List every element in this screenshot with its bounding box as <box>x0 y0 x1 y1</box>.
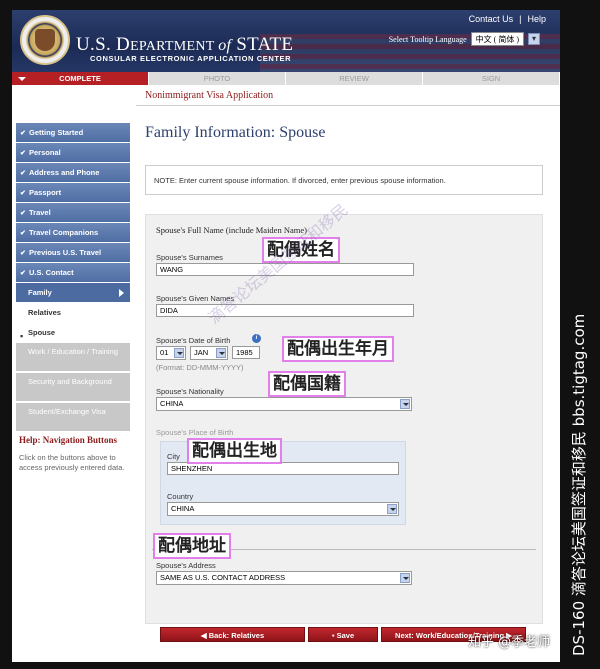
address-label: Spouse's Address <box>156 561 216 570</box>
chevron-down-icon <box>387 504 397 514</box>
save-button[interactable]: ▪ Save <box>308 627 378 642</box>
sidebar-item-address-phone[interactable]: ✔ Address and Phone <box>16 163 130 182</box>
back-button[interactable]: ◀ Back: Relatives <box>160 627 305 642</box>
chevron-down-icon <box>174 348 184 358</box>
chevron-down-icon <box>216 348 226 358</box>
chevron-down-icon <box>400 573 410 583</box>
sidebar-item-us-contact[interactable]: ✔ U.S. Contact <box>16 263 130 282</box>
progress-step-photo: PHOTO <box>149 72 286 85</box>
annotation-spouse-nationality: 配偶国籍 <box>268 371 346 397</box>
check-icon: ✔ <box>20 250 26 257</box>
state-department-seal-icon <box>20 15 70 65</box>
help-text: Click on the buttons above to access pre… <box>19 453 125 472</box>
top-links: Contact Us | Help <box>468 14 546 24</box>
sidebar-item-work-education: Work / Education / Training <box>16 343 130 371</box>
surnames-label: Spouse's Surnames <box>156 253 223 262</box>
sidebar-item-travel-companions[interactable]: ✔ Travel Companions <box>16 223 130 242</box>
dob-year-field[interactable]: 1985 <box>232 346 260 359</box>
chevron-down-icon[interactable]: ▾ <box>528 33 540 45</box>
address-select[interactable]: SAME AS U.S. CONTACT ADDRESS <box>156 571 412 585</box>
department-subtitle: CONSULAR ELECTRONIC APPLICATION CENTER <box>90 54 292 63</box>
zhihu-watermark: 知乎 @季老师 <box>468 635 551 650</box>
chevron-right-icon <box>119 289 124 297</box>
vertical-watermark: DS-160 滴答论坛美国签证和移民 bbs.tigtag.com <box>570 313 588 656</box>
application-title: Nonimmigrant Visa Application <box>145 90 274 101</box>
progress-step-sign: SIGN <box>423 72 560 85</box>
nationality-label: Spouse's Nationality <box>156 387 224 396</box>
nationality-select[interactable]: CHINA <box>156 397 412 411</box>
sidebar-item-travel[interactable]: ✔ Travel <box>16 203 130 222</box>
sidebar-item-relatives[interactable]: Relatives <box>16 303 130 323</box>
chevron-down-icon <box>400 399 410 409</box>
country-select[interactable]: CHINA <box>167 502 399 516</box>
sidebar-item-security-background: Security and Background <box>16 373 130 401</box>
sidebar-item-personal[interactable]: ✔ Personal <box>16 143 130 162</box>
dob-month-select[interactable]: JAN <box>190 346 228 360</box>
check-icon: ✔ <box>20 270 26 277</box>
note-box: NOTE: Enter current spouse information. … <box>145 165 543 195</box>
annotation-spouse-address: 配偶地址 <box>153 533 231 559</box>
help-title: Help: Navigation Buttons <box>19 435 118 445</box>
spouse-form: Spouse's Full Name (include Maiden Name)… <box>145 214 543 624</box>
check-icon: ✔ <box>20 170 26 177</box>
surnames-field[interactable]: WANG <box>156 263 414 276</box>
site-header: U.S. DEPARTMENT of STATE CONSULAR ELECTR… <box>12 10 560 72</box>
progress-step-complete: COMPLETE <box>12 72 149 85</box>
divider <box>136 105 560 106</box>
dob-day-select[interactable]: 01 <box>156 346 186 360</box>
page-title: Family Information: Spouse <box>145 124 326 141</box>
full-name-label: Spouse's Full Name (include Maiden Name) <box>156 225 307 235</box>
language-select[interactable]: 中文 ( 简体 ) <box>470 32 524 46</box>
city-label: City <box>167 452 180 461</box>
check-icon: ✔ <box>20 210 26 217</box>
check-icon: ✔ <box>20 190 26 197</box>
annotation-spouse-name: 配偶姓名 <box>262 237 340 263</box>
dob-label: Spouse's Date of Birth <box>156 336 231 345</box>
app-window: U.S. DEPARTMENT of STATE CONSULAR ELECTR… <box>12 10 560 662</box>
country-label: Country <box>167 492 194 501</box>
tooltip-language: Select Tooltip Language 中文 ( 简体 ) ▾ <box>389 32 540 46</box>
progress-step-review: REVIEW <box>286 72 423 85</box>
check-icon: ✔ <box>20 230 26 237</box>
place-of-birth-label: Spouse's Place of Birth <box>156 428 234 437</box>
department-title: U.S. DEPARTMENT of STATE <box>76 34 294 55</box>
sidebar-item-getting-started[interactable]: ✔ Getting Started <box>16 123 130 142</box>
contact-us-link[interactable]: Contact Us <box>469 14 514 24</box>
sidebar-item-previous-us-travel[interactable]: ✔ Previous U.S. Travel <box>16 243 130 262</box>
tooltip-language-label: Select Tooltip Language <box>388 34 467 44</box>
progress-bar: COMPLETE PHOTO REVIEW SIGN <box>12 72 560 85</box>
sidebar-item-family[interactable]: Family <box>16 283 130 302</box>
sidebar-item-passport[interactable]: ✔ Passport <box>16 183 130 202</box>
dob-format-hint: (Format: DD-MMM-YYYY) <box>156 363 244 372</box>
bullet-icon: ▪ <box>20 331 24 341</box>
sidebar-item-student-exchange: Student/Exchange Visa <box>16 403 130 431</box>
annotation-spouse-dob: 配偶出生年月 <box>282 336 394 362</box>
annotation-spouse-birthplace: 配偶出生地 <box>187 438 282 464</box>
given-names-field[interactable]: DIDA <box>156 304 414 317</box>
given-names-label: Spouse's Given Names <box>156 294 235 303</box>
sidebar-item-spouse[interactable]: ▪ Spouse <box>16 323 130 343</box>
check-icon: ✔ <box>20 150 26 157</box>
sidebar: ✔ Getting Started ✔ Personal ✔ Address and … <box>16 123 130 473</box>
help-link[interactable]: Help <box>527 14 546 24</box>
check-icon: ✔ <box>20 130 26 137</box>
info-icon[interactable]: i <box>252 334 261 343</box>
triangle-down-icon <box>18 77 26 81</box>
